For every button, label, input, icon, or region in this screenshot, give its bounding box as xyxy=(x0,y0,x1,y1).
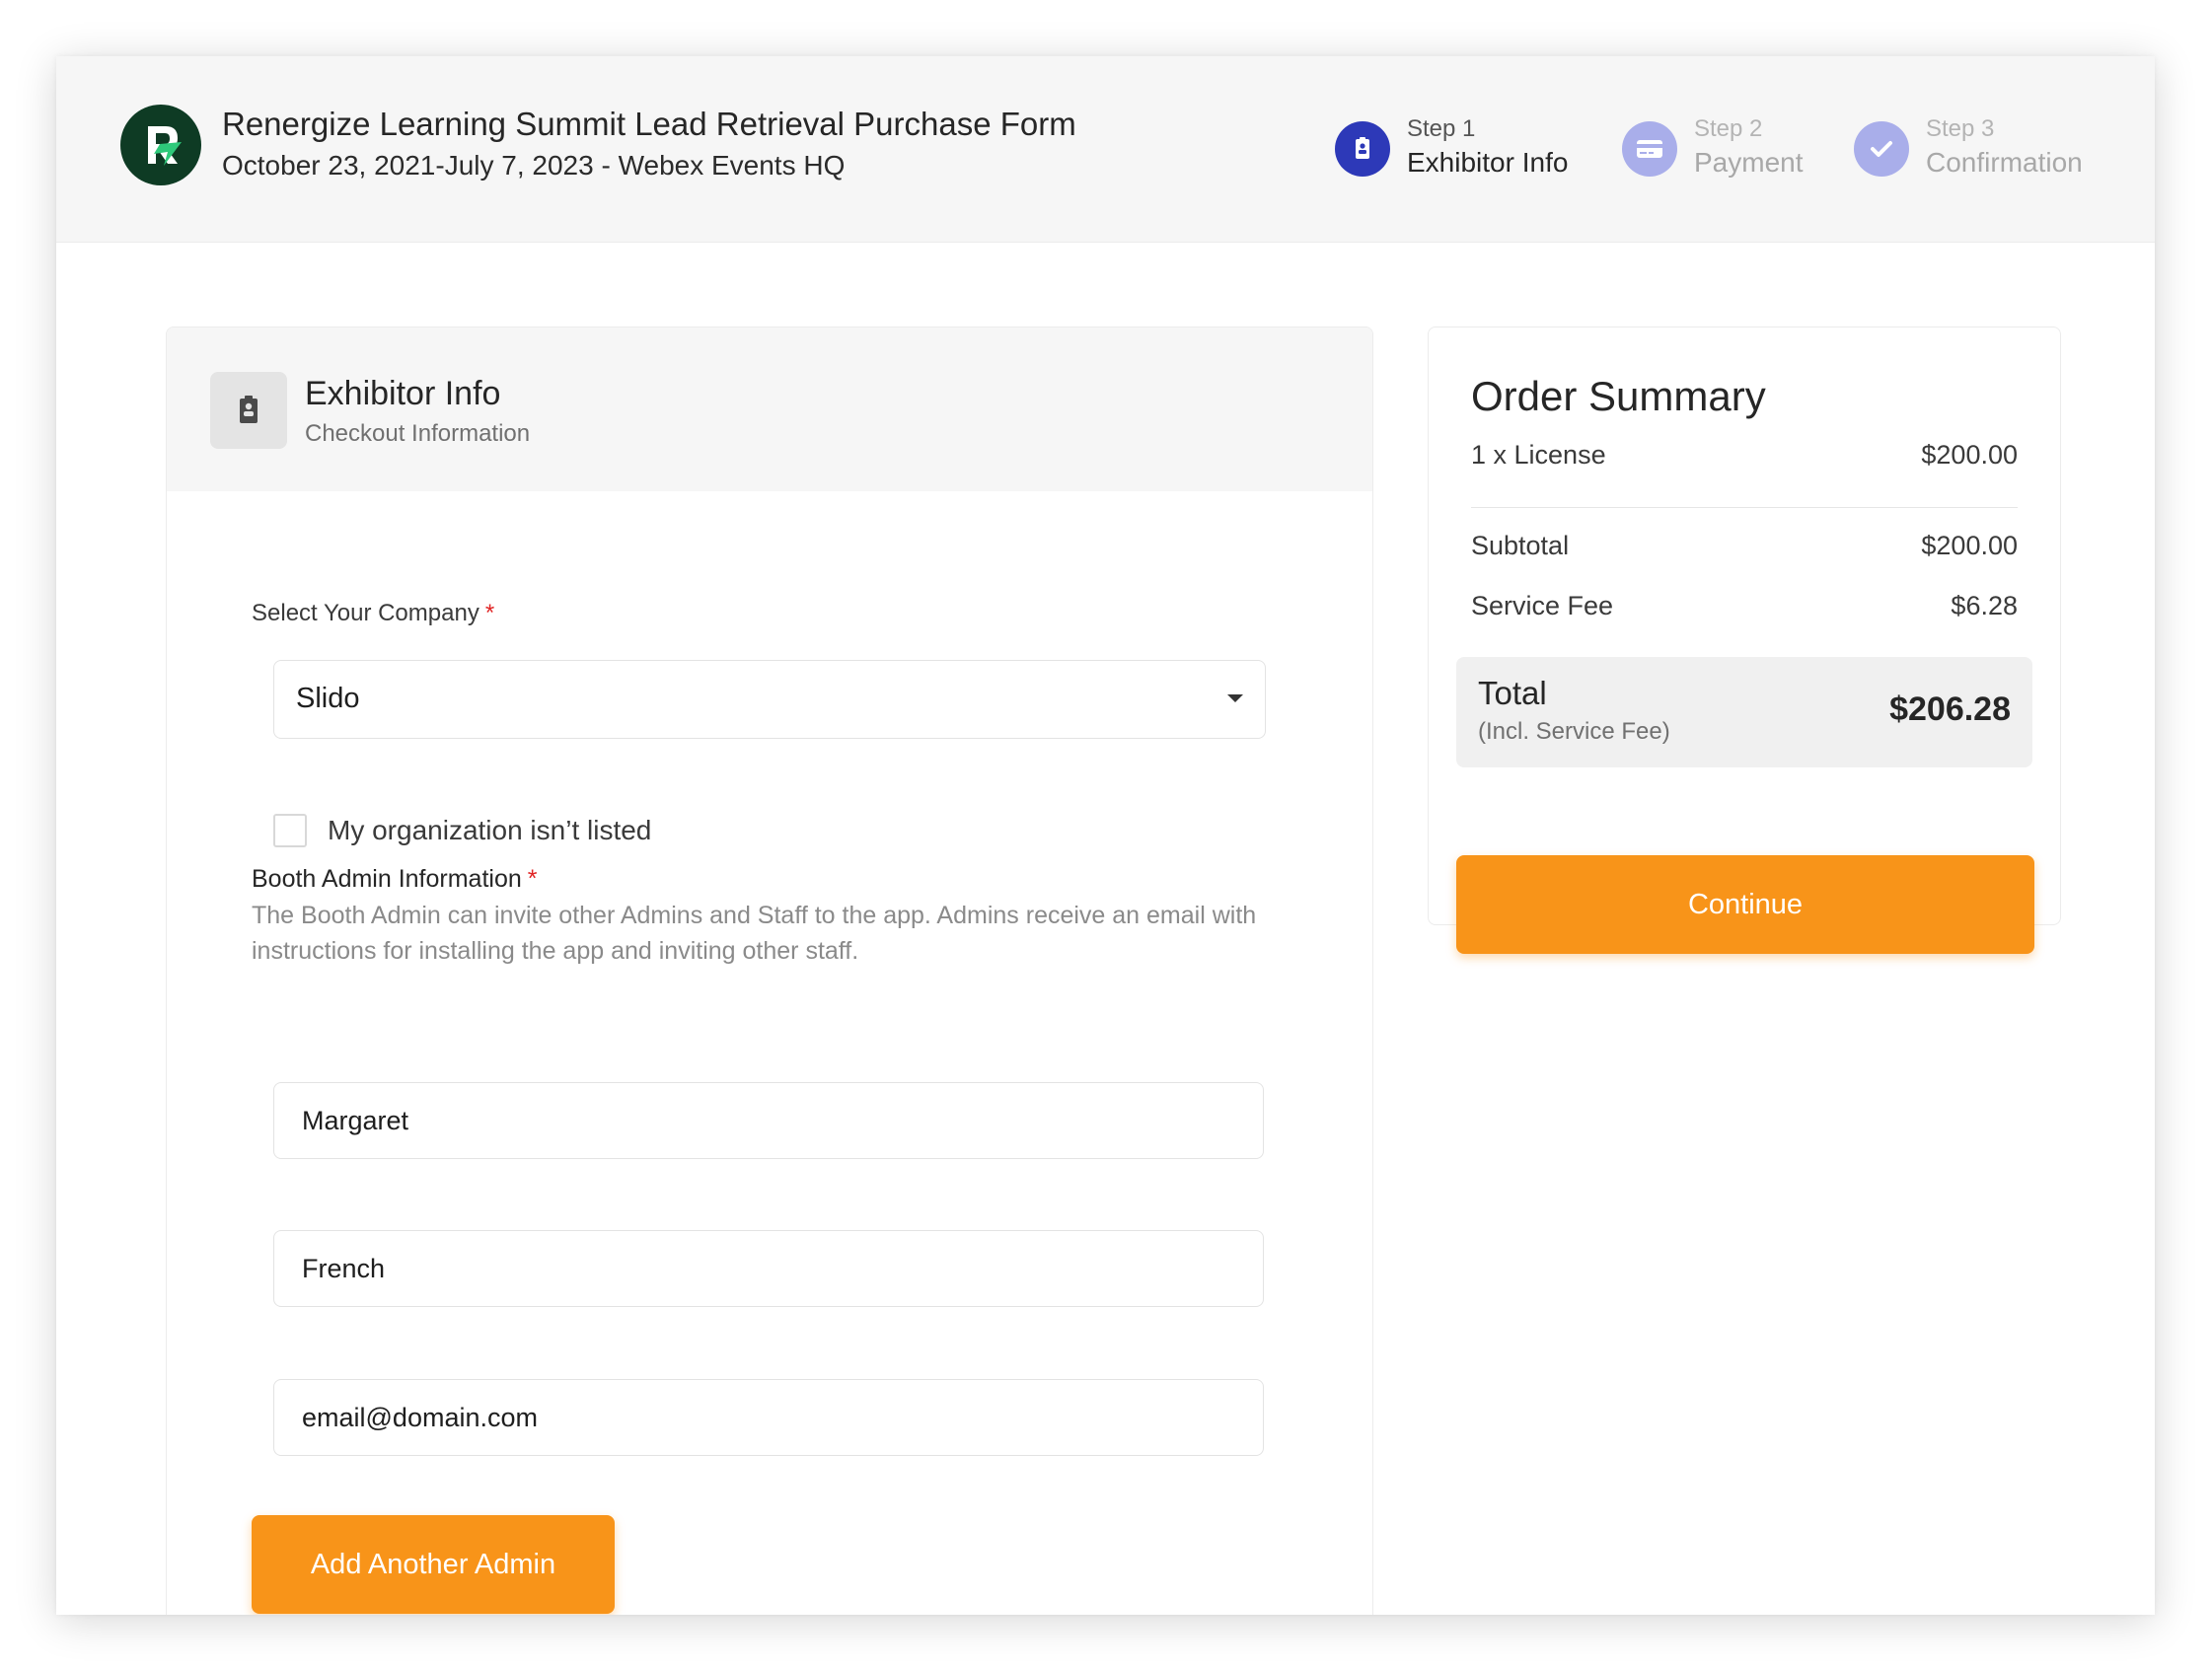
add-another-admin-button[interactable]: Add Another Admin xyxy=(252,1515,615,1614)
card-header: Exhibitor Info Checkout Information xyxy=(167,327,1372,491)
last-name-input[interactable] xyxy=(273,1230,1264,1307)
step-label: Confirmation xyxy=(1926,147,2083,178)
app-window: Renergize Learning Summit Lead Retrieval… xyxy=(56,56,2155,1615)
chevron-down-icon xyxy=(1227,694,1243,702)
id-badge-icon xyxy=(1335,121,1390,177)
line-item-label: 1 x License xyxy=(1471,440,1606,470)
company-label-text: Select Your Company xyxy=(252,600,479,626)
step-number: Step 2 xyxy=(1694,115,1763,142)
service-fee-value: $6.28 xyxy=(1951,591,2018,620)
required-marker: * xyxy=(484,600,495,626)
exhibitor-info-card: Exhibitor Info Checkout Information Sele… xyxy=(166,327,1373,1615)
check-icon xyxy=(1854,121,1909,177)
event-title: Renergize Learning Summit Lead Retrieval… xyxy=(222,106,1076,142)
step-label: Exhibitor Info xyxy=(1407,147,1569,178)
summary-divider xyxy=(1471,507,2018,508)
required-marker: * xyxy=(527,865,538,893)
step-payment: Step 2 Payment xyxy=(1622,115,1819,184)
order-summary-card: Order Summary 1 x License $200.00 Subtot… xyxy=(1428,327,2061,925)
step-exhibitor-info: Step 1 Exhibitor Info xyxy=(1335,115,1572,184)
org-not-listed-label[interactable]: My organization isn’t listed xyxy=(328,815,651,846)
subtotal-label: Subtotal xyxy=(1471,531,1570,560)
page-header: Renergize Learning Summit Lead Retrieval… xyxy=(56,56,2155,243)
company-select-value: Slido xyxy=(296,683,360,714)
booth-admin-label-text: Booth Admin Information xyxy=(252,865,522,893)
step-number: Step 3 xyxy=(1926,115,1995,142)
order-summary-title: Order Summary xyxy=(1471,373,1766,419)
credit-card-icon xyxy=(1622,121,1677,177)
event-date-location: October 23, 2021-July 7, 2023 - Webex Ev… xyxy=(222,150,846,181)
card-subtitle: Checkout Information xyxy=(305,420,531,447)
id-badge-icon xyxy=(210,372,287,449)
first-name-input[interactable] xyxy=(273,1082,1264,1159)
booth-admin-helper: The Booth Admin can invite other Admins … xyxy=(252,902,1257,965)
step-confirmation: Step 3 Confirmation xyxy=(1854,115,2110,184)
card-title: Exhibitor Info xyxy=(305,375,501,412)
email-input[interactable] xyxy=(273,1379,1264,1456)
total-value: $206.28 xyxy=(1889,690,2011,728)
booth-admin-label: Booth Admin Information * xyxy=(252,865,538,894)
subtotal-value: $200.00 xyxy=(1921,531,2018,560)
total-box: Total (Incl. Service Fee) $206.28 xyxy=(1456,657,2032,767)
service-fee-label: Service Fee xyxy=(1471,591,1614,620)
company-select[interactable]: Slido xyxy=(273,660,1266,739)
total-label: Total xyxy=(1478,675,1547,711)
step-number: Step 1 xyxy=(1407,115,1476,142)
total-sub-label: (Incl. Service Fee) xyxy=(1478,718,1670,745)
continue-button[interactable]: Continue xyxy=(1456,855,2034,954)
line-item-value: $200.00 xyxy=(1921,440,2018,470)
company-field-label: Select Your Company * xyxy=(252,600,494,627)
org-not-listed-checkbox[interactable] xyxy=(273,814,307,847)
step-label: Payment xyxy=(1694,147,1804,178)
renergize-logo-icon xyxy=(120,105,201,185)
